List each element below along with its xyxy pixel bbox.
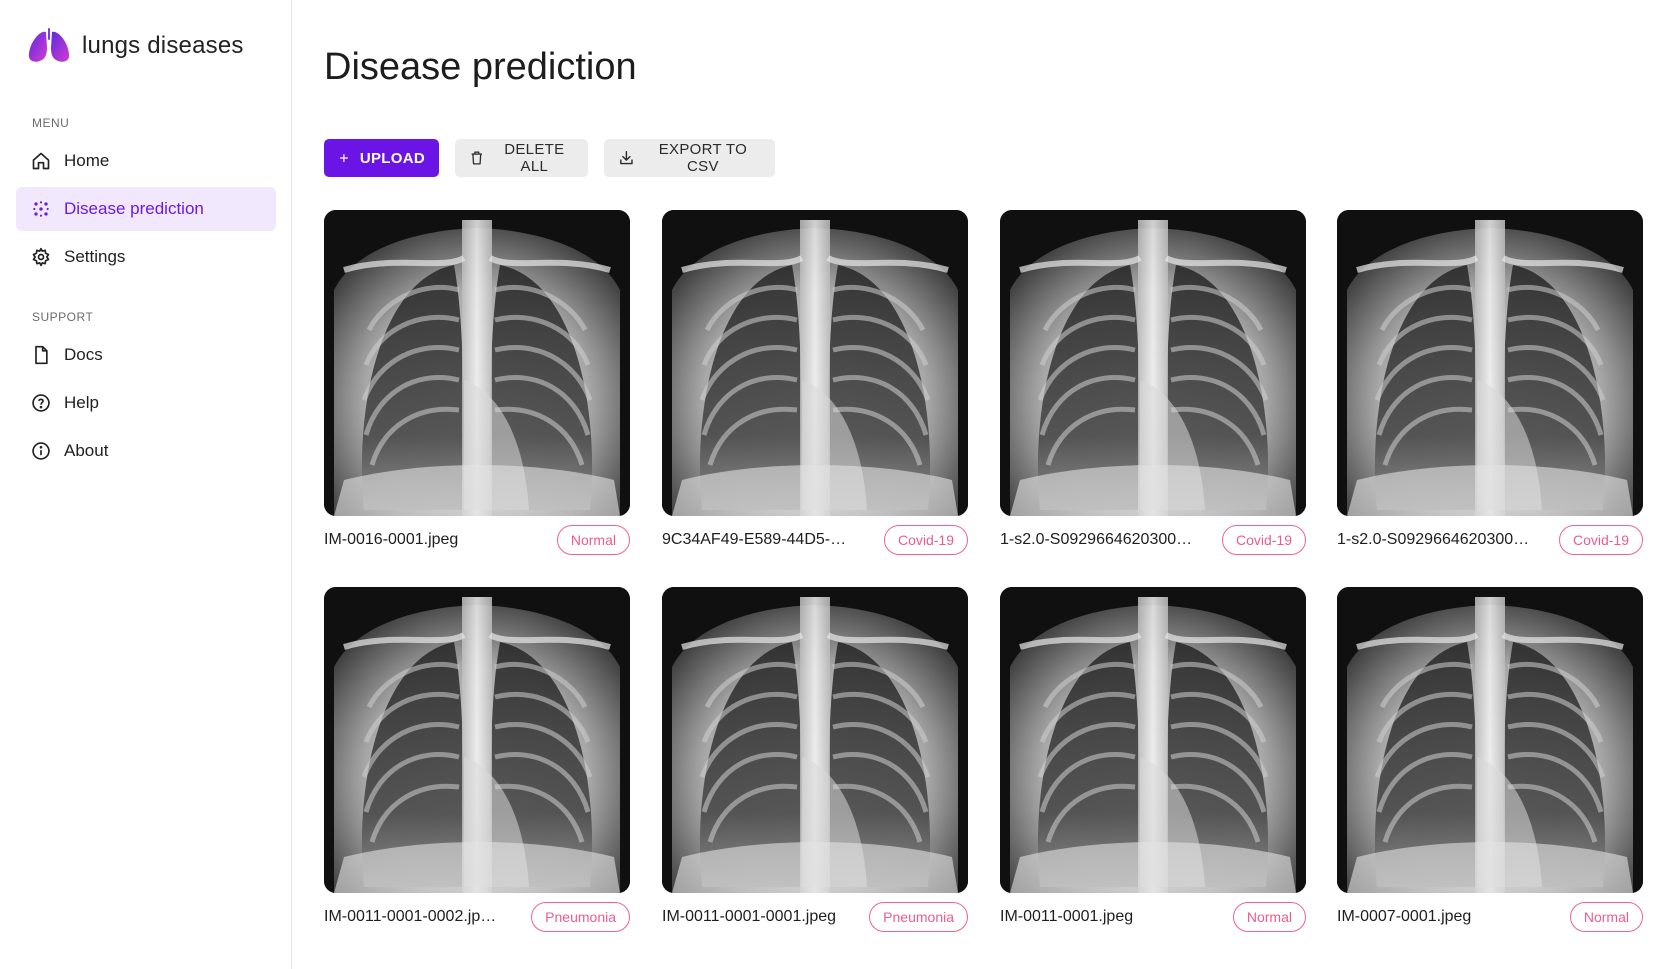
image-card[interactable]: 1-s2.0-S0929664620300… Covid-19: [1337, 210, 1643, 564]
home-icon: [30, 150, 52, 172]
upload-button[interactable]: UPLOAD: [324, 139, 439, 177]
image-card[interactable]: IM-0007-0001.jpeg Normal: [1337, 587, 1643, 941]
image-filename: 1-s2.0-S0929664620300…: [1000, 531, 1193, 548]
xray-image[interactable]: [1000, 587, 1306, 893]
download-icon: [620, 151, 633, 165]
support-section-label: SUPPORT: [32, 310, 94, 324]
document-icon: [30, 344, 52, 366]
image-card[interactable]: 9C34AF49-E589-44D5-… Covid-19: [662, 210, 968, 564]
sidebar-item-label: Help: [64, 393, 99, 412]
xray-image[interactable]: [1337, 210, 1643, 516]
prediction-badge: Covid-19: [883, 525, 968, 555]
gear-icon: [30, 246, 52, 268]
sidebar-item-label: Docs: [64, 345, 103, 364]
prediction-badge: Normal: [1232, 902, 1306, 932]
sidebar-item-label: Home: [64, 151, 110, 170]
sidebar: lungs diseases MENU Home Disease predict…: [0, 0, 292, 969]
help-circle-icon: [30, 392, 52, 414]
page-title: Disease prediction: [324, 46, 637, 88]
image-card[interactable]: IM-0011-0001-0002.jp… Pneumonia: [324, 587, 630, 941]
image-filename: 9C34AF49-E589-44D5-…: [662, 531, 847, 548]
image-filename: IM-0007-0001.jpeg: [1337, 908, 1472, 925]
brand-name: lungs diseases: [82, 32, 244, 59]
brand[interactable]: lungs diseases: [26, 28, 244, 64]
image-filename: IM-0011-0001-0002.jp…: [324, 908, 497, 925]
sidebar-item-about[interactable]: About: [16, 429, 276, 473]
sidebar-item-label: Disease prediction: [64, 199, 204, 218]
prediction-badge: Covid-19: [1558, 525, 1643, 555]
xray-image[interactable]: [662, 210, 968, 516]
image-filename: IM-0016-0001.jpeg: [324, 531, 459, 548]
xray-image[interactable]: [1000, 210, 1306, 516]
upload-button-label: UPLOAD: [359, 149, 425, 167]
image-card[interactable]: IM-0016-0001.jpeg Normal: [324, 210, 630, 564]
image-filename: IM-0011-0001.jpeg: [1000, 908, 1134, 925]
delete-all-button[interactable]: DELETE ALL: [455, 139, 588, 177]
sidebar-item-label: About: [64, 441, 109, 460]
plus-icon: [339, 153, 348, 163]
prediction-badge: Pneumonia: [531, 902, 630, 932]
trash-icon: [471, 151, 483, 165]
xray-image[interactable]: [324, 210, 630, 516]
sidebar-item-settings[interactable]: Settings: [16, 235, 276, 279]
prediction-badge: Normal: [556, 525, 630, 555]
sidebar-item-home[interactable]: Home: [16, 139, 276, 183]
sidebar-item-docs[interactable]: Docs: [16, 333, 276, 377]
image-filename: 1-s2.0-S0929664620300…: [1337, 531, 1530, 548]
image-card[interactable]: IM-0011-0001-0001.jpeg Pneumonia: [662, 587, 968, 941]
prediction-badge: Normal: [1569, 902, 1643, 932]
delete-all-button-label: DELETE ALL: [504, 141, 565, 175]
prediction-badge: Covid-19: [1221, 525, 1306, 555]
export-csv-button[interactable]: EXPORT TO CSV: [604, 139, 775, 177]
info-circle-icon: [30, 440, 52, 462]
prediction-badge: Pneumonia: [869, 902, 968, 932]
lungs-logo-icon: [28, 28, 70, 62]
export-csv-button-label: EXPORT TO CSV: [658, 141, 748, 175]
sidebar-item-help[interactable]: Help: [16, 381, 276, 425]
xray-image[interactable]: [324, 587, 630, 893]
sidebar-item-label: Settings: [64, 247, 126, 266]
xray-image[interactable]: [1337, 587, 1643, 893]
image-card[interactable]: IM-0011-0001.jpeg Normal: [1000, 587, 1306, 941]
image-card[interactable]: 1-s2.0-S0929664620300… Covid-19: [1000, 210, 1306, 564]
sidebar-item-disease-prediction[interactable]: Disease prediction: [16, 187, 276, 231]
xray-image[interactable]: [662, 587, 968, 893]
scatter-dots-icon: [30, 198, 52, 220]
menu-section-label: MENU: [32, 116, 70, 130]
image-filename: IM-0011-0001-0001.jpeg: [662, 908, 837, 925]
